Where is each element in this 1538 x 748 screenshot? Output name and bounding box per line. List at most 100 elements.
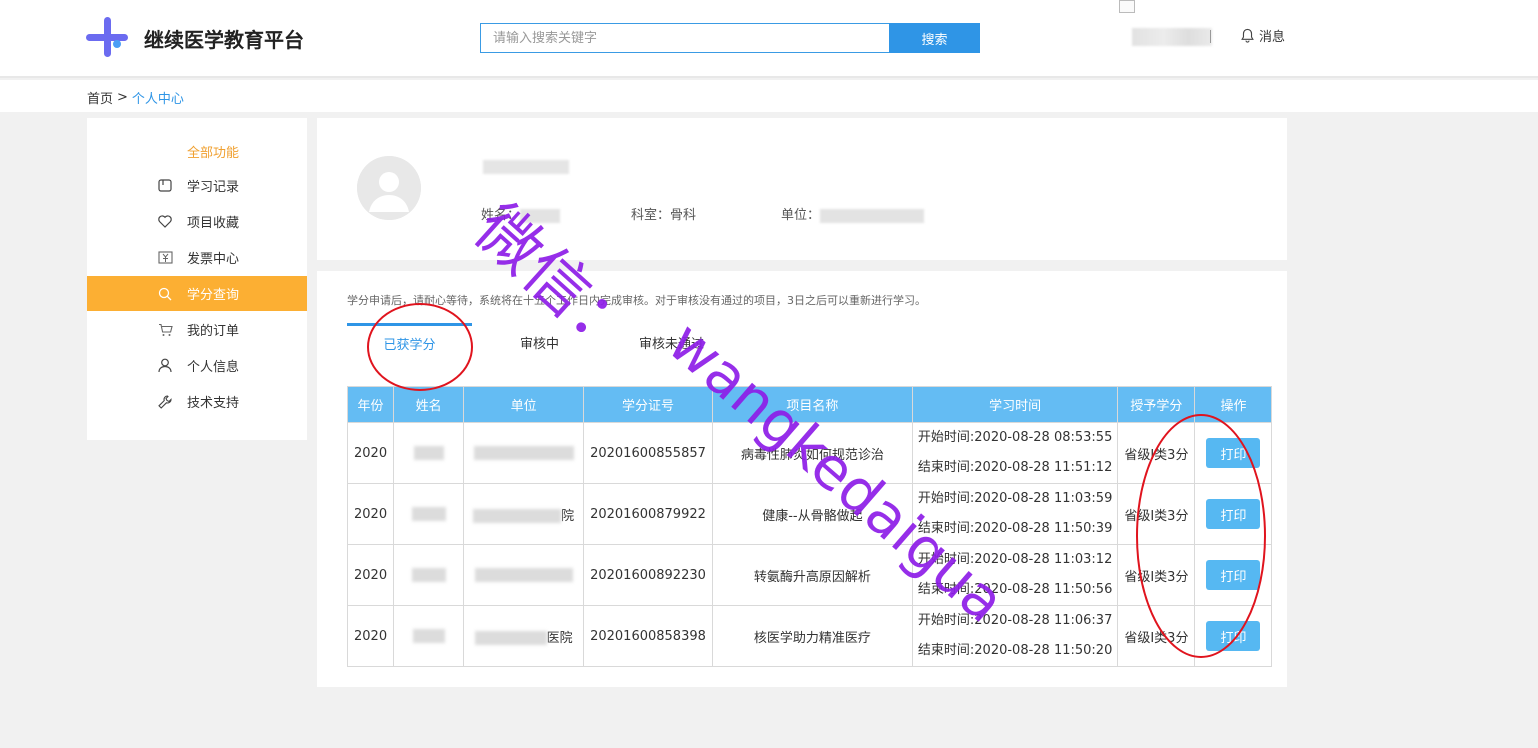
default-avatar-icon: [357, 156, 421, 220]
sidebar-item-tech-support[interactable]: 技术支持: [87, 384, 307, 419]
start-time: 开始时间:2020-08-28 08:53:55: [917, 430, 1113, 445]
breadcrumb-current: 个人中心: [131, 92, 184, 107]
sidebar-item-label: 学分查询: [187, 288, 240, 303]
sidebar-item-invoice[interactable]: 发票中心: [87, 240, 307, 275]
col-year: 年份: [346, 386, 395, 423]
name-redacted: [413, 446, 444, 460]
print-button[interactable]: 打印: [1206, 499, 1261, 529]
print-button[interactable]: 打印: [1206, 621, 1261, 651]
search-input[interactable]: [480, 23, 890, 53]
department-value: 骨科: [670, 208, 697, 223]
profile-card: 姓名： 科室：骨科 单位：: [317, 118, 1287, 260]
cell-action: 打印: [1194, 483, 1273, 545]
end-time: 结束时间:2020-08-28 11:51:12: [917, 460, 1113, 475]
sidebar-item-personal-info[interactable]: 个人信息: [87, 348, 307, 383]
unit-redacted: [473, 509, 562, 523]
sidebar-item-label: 发票中心: [187, 252, 240, 267]
cell-project[interactable]: 核医学助力精准医疗: [711, 605, 913, 667]
unit-value-redacted: [820, 208, 925, 223]
cell-unit: 医院: [463, 605, 585, 667]
cell-year: 2020: [346, 605, 395, 667]
table-row: 2020 医院 20201600858398 核医学助力精准医疗 开始时间:20…: [346, 605, 1273, 667]
breadcrumb-separator: >: [117, 90, 128, 105]
logo-icon[interactable]: [86, 17, 128, 57]
cell-name: [393, 605, 465, 667]
table-row: 2020 20201600892230 转氨酶升高原因解析 开始时间:2020-…: [346, 544, 1273, 606]
invoice-icon: [157, 250, 173, 266]
sidebar-item-orders[interactable]: 我的订单: [87, 312, 307, 347]
cell-cert-no: 20201600879922: [583, 483, 713, 545]
messages-link[interactable]: 消息: [1240, 26, 1285, 45]
cell-year: 2020: [346, 422, 395, 484]
bell-icon: [1241, 28, 1254, 43]
col-study-time: 学习时间: [911, 386, 1119, 423]
start-time: 开始时间:2020-08-28 11:03:59: [917, 491, 1113, 506]
cell-cert-no: 20201600892230: [583, 544, 713, 606]
top-header: 继续医学教育平台 搜索 消息: [0, 0, 1538, 78]
wrench-icon: [157, 394, 173, 410]
print-button[interactable]: 打印: [1206, 560, 1261, 590]
cell-action: 打印: [1194, 605, 1273, 667]
col-unit: 单位: [463, 386, 585, 423]
tab-earned-credits[interactable]: 已获学分: [347, 323, 472, 363]
profile-unit: 单位：: [781, 204, 925, 223]
col-name: 姓名: [393, 386, 465, 423]
unit-suffix: 医院: [546, 630, 573, 646]
username-redacted[interactable]: [1132, 28, 1212, 46]
breadcrumb: 首页 > 个人中心: [87, 88, 184, 107]
print-button[interactable]: 打印: [1206, 438, 1261, 468]
book-icon: [157, 178, 173, 194]
cell-year: 2020: [346, 483, 395, 545]
cell-action: 打印: [1194, 422, 1273, 484]
name-redacted: [411, 568, 446, 582]
breadcrumb-bar: [0, 80, 1538, 112]
unit-label: 单位：: [781, 208, 821, 223]
unit-redacted: [474, 568, 573, 582]
avatar[interactable]: [357, 156, 421, 220]
search-button[interactable]: 搜索: [889, 23, 980, 53]
user-icon: [157, 358, 173, 374]
divider: [1210, 30, 1211, 43]
breadcrumb-home[interactable]: 首页: [87, 88, 113, 107]
sidebar-item-credit-query[interactable]: 学分查询: [87, 276, 307, 311]
sidebar-item-label: 学习记录: [187, 180, 240, 195]
cell-credit: 省级I类3分: [1117, 422, 1196, 484]
cell-unit: 院: [463, 483, 585, 545]
cell-credit: 省级I类3分: [1117, 605, 1196, 667]
sidebar-item-label: 项目收藏: [187, 216, 240, 231]
end-time: 结束时间:2020-08-28 11:50:20: [917, 643, 1113, 658]
sidebar-item-label: 技术支持: [187, 396, 240, 411]
sidebar-item-favorites[interactable]: 项目收藏: [87, 204, 307, 239]
col-credit: 授予学分: [1117, 386, 1196, 423]
cell-credit: 省级I类3分: [1117, 483, 1196, 545]
cell-study-time: 开始时间:2020-08-28 08:53:55 结束时间:2020-08-28…: [911, 422, 1119, 484]
user-name-redacted: [483, 160, 569, 174]
cart-icon: [157, 322, 173, 338]
unit-redacted: [474, 631, 547, 645]
cell-action: 打印: [1194, 544, 1273, 606]
cell-cert-no: 20201600855857: [583, 422, 713, 484]
col-action: 操作: [1194, 386, 1273, 423]
messages-label: 消息: [1259, 30, 1286, 45]
site-title[interactable]: 继续医学教育平台: [144, 24, 304, 53]
sidebar-title: 全部功能: [187, 146, 240, 161]
cell-unit: [463, 544, 585, 606]
cell-name: [393, 544, 465, 606]
department-label: 科室：: [631, 208, 671, 223]
sidebar: 全部功能 学习记录 项目收藏 发票中心 学分查询 我的订单 个人信息 技术支持: [87, 118, 307, 440]
avatar-broken-image-icon: [1119, 0, 1135, 13]
profile-department: 科室：骨科: [631, 204, 696, 223]
sidebar-item-study-record[interactable]: 学习记录: [87, 168, 307, 203]
cell-credit: 省级I类3分: [1117, 544, 1196, 606]
name-redacted: [411, 507, 446, 521]
cell-unit: [463, 422, 585, 484]
cell-name: [393, 422, 465, 484]
cell-cert-no: 20201600858398: [583, 605, 713, 667]
name-redacted: [412, 629, 445, 643]
unit-suffix: 院: [561, 508, 575, 524]
cell-name: [393, 483, 465, 545]
cell-year: 2020: [346, 544, 395, 606]
search-icon: [157, 286, 173, 302]
heart-icon: [157, 214, 173, 230]
sidebar-item-label: 个人信息: [187, 360, 240, 375]
